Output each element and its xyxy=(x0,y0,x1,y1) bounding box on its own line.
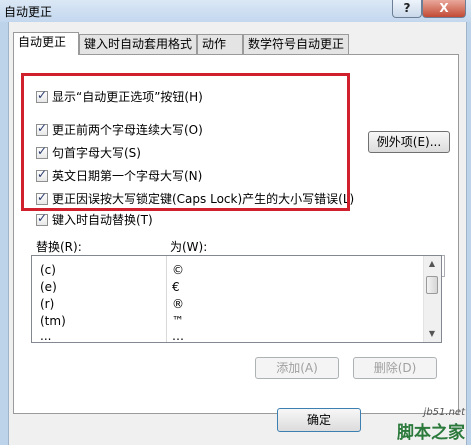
scroll-down-arrow-icon[interactable]: ▼ xyxy=(424,326,440,342)
scroll-up-arrow-icon[interactable]: ▲ xyxy=(424,256,440,272)
replace-cell: (c) xyxy=(40,263,56,277)
with-cell: ® xyxy=(172,297,184,311)
checkbox-label: 键入时自动替换(T) xyxy=(52,213,153,227)
replace-cell: (e) xyxy=(40,280,57,294)
replacement-list[interactable]: (c) © (e) € (r) ® (tm) ™ ... … ▲ ▼ xyxy=(31,255,442,343)
check-mark-icon: ✓ xyxy=(37,121,48,135)
watermark-url: jb51.net xyxy=(423,407,465,418)
checkbox-box[interactable]: ✓ xyxy=(36,190,48,205)
checkbox-label: 句首字母大写(S) xyxy=(52,146,141,160)
ok-button[interactable]: 确定 xyxy=(277,408,361,432)
capitalize-day-names-checkbox[interactable]: ✓ 英文日期第一个字母大写(N) xyxy=(36,167,202,185)
replace-cell: (r) xyxy=(40,297,55,311)
with-cell: … xyxy=(172,329,184,343)
checkbox-label: 英文日期第一个字母大写(N) xyxy=(52,169,203,183)
replace-cell: ... xyxy=(40,329,52,343)
check-mark-icon: ✓ xyxy=(37,167,48,181)
delete-button[interactable]: 删除(D) xyxy=(353,357,437,379)
tab-math-autocorrect[interactable]: 数学符号自动更正 xyxy=(243,34,349,54)
with-cell: € xyxy=(172,280,180,294)
capitalize-first-letter-sentence-checkbox[interactable]: ✓ 句首字母大写(S) xyxy=(36,144,141,162)
list-item[interactable]: ... … xyxy=(32,328,424,343)
show-buttons-checkbox[interactable]: ✓ 显示“自动更正选项”按钮(H) xyxy=(36,88,203,106)
dialog-body: 自动更正 键入时自动套用格式 动作 数学符号自动更正 ✓ 显示“自动更正选项”按钮… xyxy=(8,22,467,445)
watermark-name: 脚本之家 xyxy=(397,423,465,443)
scrollbar-thumb[interactable] xyxy=(426,276,438,294)
help-button[interactable]: ? xyxy=(392,0,422,18)
checkbox-label: 更正前两个字母连续大写(O) xyxy=(52,123,203,137)
with-cell: © xyxy=(172,263,184,277)
window-title: 自动更正 xyxy=(4,5,53,19)
list-item[interactable]: (r) ® xyxy=(32,296,424,313)
with-label: 为(W): xyxy=(170,240,208,254)
close-button[interactable]: X xyxy=(422,0,466,18)
check-mark-icon: ✓ xyxy=(37,190,48,204)
checkbox-box[interactable]: ✓ xyxy=(36,88,48,103)
checkbox-box[interactable]: ✓ xyxy=(36,211,48,226)
tab-actions[interactable]: 动作 xyxy=(197,34,243,54)
title-bar: 自动更正 ? X xyxy=(0,0,471,22)
checkbox-box[interactable]: ✓ xyxy=(36,144,48,159)
checkbox-box[interactable]: ✓ xyxy=(36,121,48,136)
replace-label: 替换(R): xyxy=(36,240,82,254)
checkbox-box[interactable]: ✓ xyxy=(36,167,48,182)
list-item[interactable]: (c) © xyxy=(32,262,424,279)
list-scrollbar[interactable]: ▲ ▼ xyxy=(423,256,441,342)
correct-caps-lock-checkbox[interactable]: ✓ 更正因误按大写锁定键(Caps Lock)产生的大小写错误(L) xyxy=(36,190,354,208)
correct-two-initial-capitals-checkbox[interactable]: ✓ 更正前两个字母连续大写(O) xyxy=(36,121,203,139)
tab-autoformat-as-you-type[interactable]: 键入时自动套用格式 xyxy=(79,34,197,54)
replace-as-you-type-checkbox[interactable]: ✓ 键入时自动替换(T) xyxy=(36,211,153,229)
check-mark-icon: ✓ xyxy=(37,144,48,158)
checkbox-label: 显示“自动更正选项”按钮(H) xyxy=(52,90,203,104)
tab-autocorrect[interactable]: 自动更正 xyxy=(13,32,79,55)
watermark: jb51.net 脚本之家 xyxy=(397,407,465,443)
check-mark-icon: ✓ xyxy=(37,88,48,102)
exceptions-button[interactable]: 例外项(E)... xyxy=(368,131,450,153)
check-mark-icon: ✓ xyxy=(37,211,48,225)
list-item[interactable]: (e) € xyxy=(32,279,424,296)
checkbox-label: 更正因误按大写锁定键(Caps Lock)产生的大小写错误(L) xyxy=(52,192,355,206)
add-button[interactable]: 添加(A) xyxy=(255,357,339,379)
